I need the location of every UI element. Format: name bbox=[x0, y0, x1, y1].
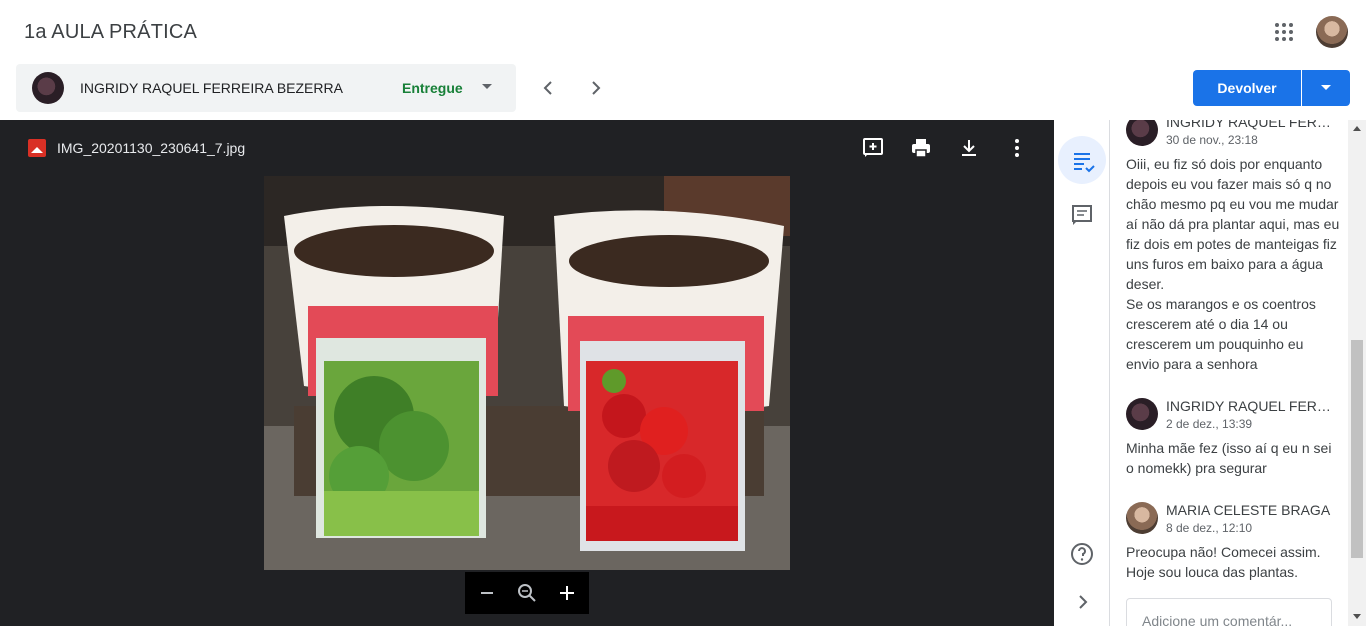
avatar bbox=[1126, 120, 1158, 146]
comment-text: Preocupa não! Comecei assim. Hoje sou lo… bbox=[1126, 544, 1321, 580]
avatar bbox=[1126, 502, 1158, 534]
help-icon bbox=[1071, 543, 1093, 565]
scroll-up-arrow[interactable] bbox=[1353, 126, 1361, 131]
private-comments-panel: INGRIDY RAQUEL FERREIRA BEZERRA 30 de no… bbox=[1110, 120, 1348, 626]
add-comment-button[interactable] bbox=[861, 136, 885, 160]
zoom-in-button[interactable] bbox=[555, 581, 579, 605]
grading-tab[interactable] bbox=[1058, 136, 1106, 184]
more-options-button[interactable] bbox=[1005, 136, 1029, 160]
top-bar: 1a AULA PRÁTICA bbox=[0, 0, 1366, 64]
image-file-icon bbox=[28, 139, 46, 157]
apps-grid-icon[interactable] bbox=[1272, 20, 1296, 44]
comment-author: INGRIDY RAQUEL FERREIRA BEZERRA bbox=[1166, 120, 1334, 130]
side-rail bbox=[1054, 120, 1110, 626]
rubric-list-icon bbox=[1074, 153, 1095, 173]
print-button[interactable] bbox=[909, 136, 933, 160]
comments-scrollbar[interactable] bbox=[1348, 120, 1366, 626]
student-avatar bbox=[32, 72, 64, 104]
comment-time: 8 de dez., 12:10 bbox=[1166, 521, 1253, 535]
previous-student-button[interactable] bbox=[536, 76, 560, 100]
chevron-down-icon bbox=[482, 84, 492, 89]
submission-status: Entregue bbox=[402, 80, 463, 96]
add-comment-icon bbox=[863, 138, 883, 157]
comment-author: INGRIDY RAQUEL FERREIRA BEZERRA bbox=[1166, 398, 1334, 414]
scroll-down-arrow[interactable] bbox=[1353, 614, 1361, 619]
scroll-thumb[interactable] bbox=[1351, 340, 1363, 558]
file-viewer: IMG_20201130_230641_7.jpg bbox=[0, 120, 1054, 626]
photo-plant-pots bbox=[264, 176, 790, 570]
comment-author: MARIA CELESTE BRAGA bbox=[1166, 502, 1331, 518]
student-selector[interactable]: INGRIDY RAQUEL FERREIRA BEZERRA Entregue bbox=[16, 64, 516, 112]
private-comments-tab[interactable] bbox=[1058, 192, 1106, 240]
chevron-right-icon bbox=[592, 81, 601, 95]
plus-icon bbox=[560, 586, 574, 600]
download-icon bbox=[962, 140, 976, 156]
comment-text: Oiii, eu fiz só dois por enquanto depois… bbox=[1126, 156, 1340, 372]
comment-input[interactable]: Adicione um comentár... bbox=[1126, 598, 1332, 626]
comment-time: 2 de dez., 13:39 bbox=[1166, 417, 1253, 431]
zoom-icon bbox=[518, 584, 536, 602]
zoom-out-button[interactable] bbox=[475, 581, 499, 605]
zoom-controls bbox=[465, 572, 589, 614]
comment-text: Minha mãe fez (isso aí q eu n sei o nome… bbox=[1126, 440, 1332, 476]
student-name: INGRIDY RAQUEL FERREIRA BEZERRA bbox=[80, 80, 343, 96]
return-options-button[interactable] bbox=[1302, 70, 1350, 106]
chevron-right-icon bbox=[1079, 595, 1088, 609]
chevron-left-icon bbox=[543, 81, 552, 95]
comment-icon bbox=[1072, 205, 1092, 225]
zoom-reset-button[interactable] bbox=[515, 581, 539, 605]
chevron-down-icon bbox=[1321, 85, 1331, 90]
submission-photo bbox=[264, 176, 790, 570]
more-vert-icon bbox=[1015, 139, 1019, 157]
file-name: IMG_20201130_230641_7.jpg bbox=[57, 140, 246, 156]
account-avatar[interactable] bbox=[1316, 16, 1348, 48]
minus-icon bbox=[481, 592, 493, 594]
assignment-title: 1a AULA PRÁTICA bbox=[24, 21, 198, 43]
help-button[interactable] bbox=[1058, 530, 1106, 578]
return-button[interactable]: Devolver bbox=[1193, 70, 1301, 106]
comment-time: 30 de nov., 23:18 bbox=[1166, 133, 1258, 147]
print-icon bbox=[912, 139, 930, 158]
download-button[interactable] bbox=[957, 136, 981, 160]
avatar bbox=[1126, 398, 1158, 430]
expand-panel-button[interactable] bbox=[1058, 578, 1106, 626]
next-student-button[interactable] bbox=[584, 76, 608, 100]
